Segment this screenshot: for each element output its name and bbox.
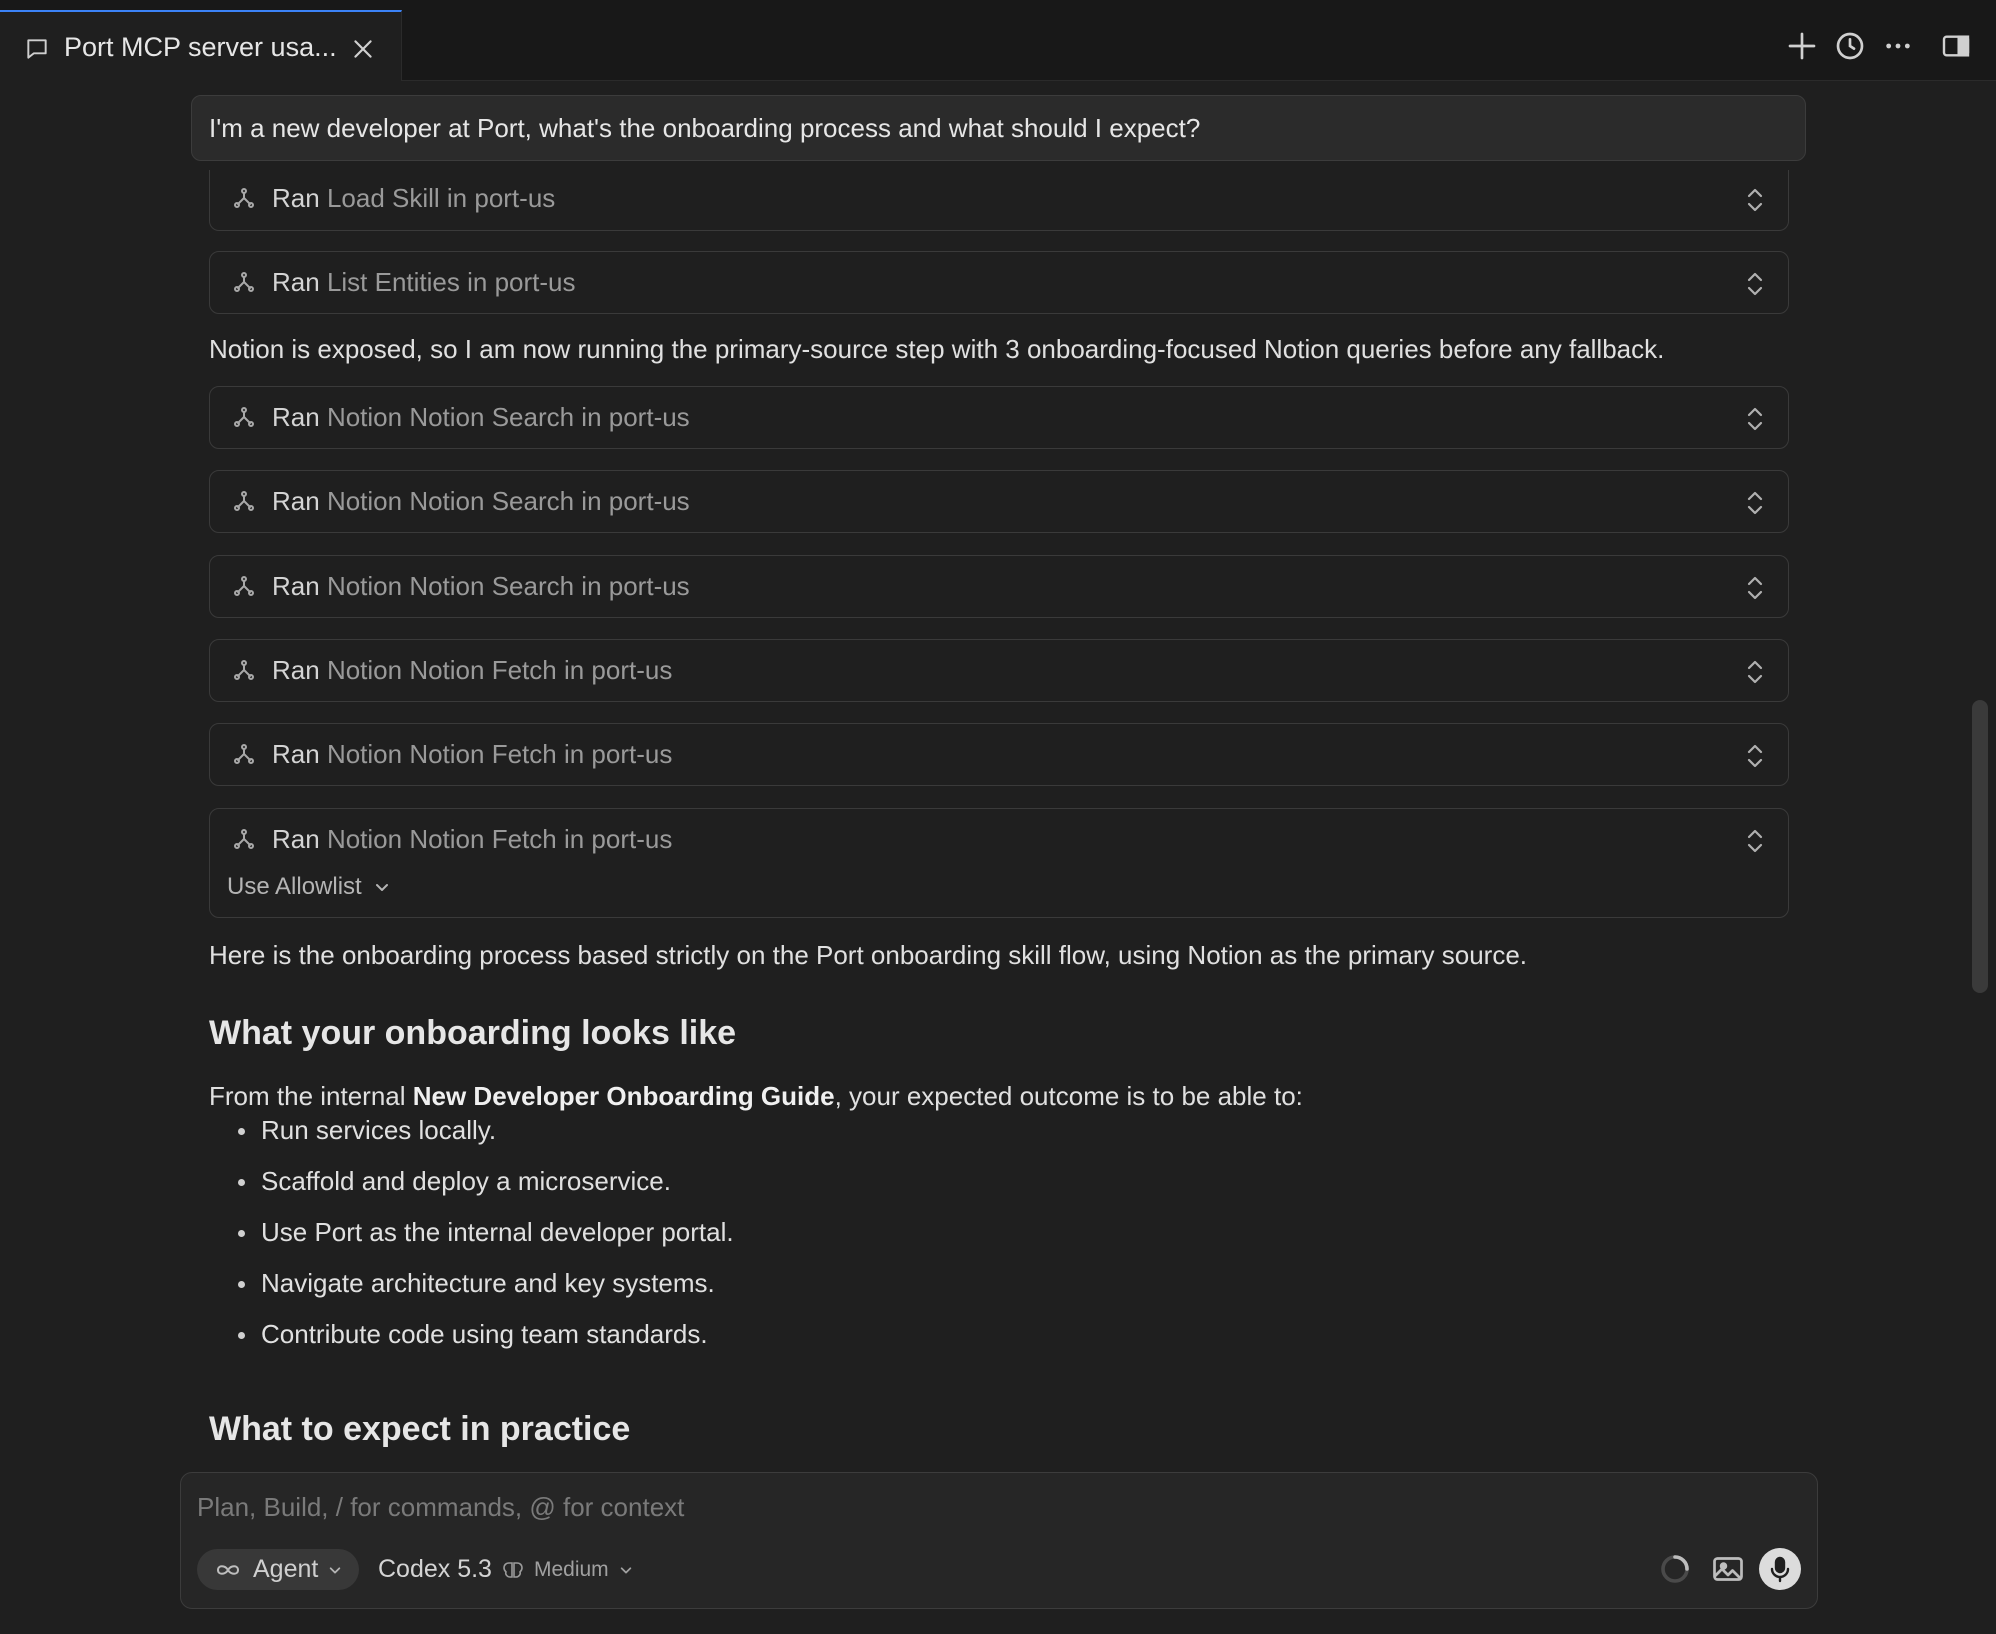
mcp-tool-icon [234, 272, 254, 292]
toggle-panel-icon[interactable] [1940, 30, 1972, 62]
list-item: Use Port as the internal developer porta… [235, 1207, 734, 1258]
tool-call-card[interactable]: Ran Notion Notion Fetch in port-us Use A… [209, 808, 1789, 918]
ran-label: Ran [272, 824, 320, 854]
chevron-down-icon [330, 1566, 341, 1573]
mcp-tool-icon [234, 576, 254, 596]
section-heading: What your onboarding looks like [209, 1014, 737, 1052]
tool-call-card[interactable]: Ran Notion Notion Search in port-us [209, 470, 1789, 533]
mcp-tool-icon [234, 744, 254, 764]
ran-label: Ran [272, 402, 320, 432]
chat-bubble-icon [27, 39, 47, 59]
use-allowlist-dropdown[interactable]: Use Allowlist [227, 873, 390, 901]
microphone-button[interactable] [1759, 1548, 1801, 1590]
mcp-tool-icon [234, 660, 254, 680]
mode-selector[interactable]: Agent [197, 1549, 359, 1590]
expand-collapse-icon[interactable] [1744, 742, 1766, 770]
tool-call-card[interactable]: Ran Notion Notion Fetch in port-us [209, 639, 1789, 702]
tool-name: Notion Notion Fetch in port-us [326, 824, 673, 854]
brain-icon [503, 1561, 523, 1578]
spinner-icon [1661, 1555, 1689, 1583]
section-heading: What to expect in practice [209, 1410, 631, 1448]
tool-call-card[interactable]: Ran List Entities in port-us [209, 251, 1789, 314]
close-icon[interactable] [350, 36, 376, 62]
list-item: Run services locally. [235, 1105, 734, 1156]
ran-label: Ran [272, 739, 320, 769]
conversation-panel: I'm a new developer at Port, what's the … [0, 82, 1996, 1468]
tool-name: Notion Notion Search in port-us [326, 571, 690, 601]
tool-name: List Entities in port-us [326, 267, 576, 297]
ran-label: Ran [272, 486, 320, 516]
user-message[interactable]: I'm a new developer at Port, what's the … [191, 95, 1806, 161]
ran-label: Ran [272, 183, 320, 213]
expand-collapse-icon[interactable] [1744, 827, 1766, 855]
tab-title: Port MCP server usa... [64, 32, 337, 62]
list-item: Contribute code using team standards. [235, 1309, 734, 1360]
response-intro: Here is the onboarding process based str… [209, 940, 1528, 970]
tool-name: Notion Notion Search in port-us [326, 402, 690, 432]
status-text: Notion is exposed, so I am now running t… [209, 334, 1665, 364]
ran-label: Ran [272, 267, 320, 297]
ran-label: Ran [272, 571, 320, 601]
tool-name: Notion Notion Search in port-us [326, 486, 690, 516]
mcp-tool-icon [234, 491, 254, 511]
expand-collapse-icon[interactable] [1744, 658, 1766, 686]
outcomes-list: Run services locally. Scaffold and deplo… [235, 1105, 734, 1360]
image-icon[interactable] [1710, 1551, 1746, 1587]
allowlist-label: Use Allowlist [227, 873, 362, 900]
composer: Agent Codex 5.3 Medium [180, 1472, 1818, 1609]
chevron-down-icon [620, 1566, 631, 1573]
chevron-down-icon [375, 884, 388, 891]
mcp-tool-icon [234, 407, 254, 427]
tool-call-card[interactable]: Ran Load Skill in port-us [209, 170, 1789, 231]
tool-name: Load Skill in port-us [326, 183, 556, 213]
effort-label: Medium [533, 1557, 609, 1581]
microphone-icon [1770, 1556, 1790, 1583]
tab-bar: Port MCP server usa... [0, 0, 1996, 81]
history-icon[interactable] [1834, 30, 1866, 62]
mode-label: Agent [253, 1555, 319, 1583]
expand-collapse-icon[interactable] [1744, 489, 1766, 517]
chat-input[interactable] [197, 1487, 1797, 1527]
model-selector[interactable]: Codex 5.3 Medium [378, 1549, 633, 1590]
expand-collapse-icon[interactable] [1744, 186, 1766, 214]
more-icon[interactable] [1882, 30, 1914, 62]
model-name: Codex 5.3 [378, 1555, 492, 1583]
plus-icon[interactable] [1786, 30, 1818, 62]
infinity-icon [216, 1564, 240, 1575]
scrollbar-thumb[interactable] [1972, 700, 1988, 993]
expand-collapse-icon[interactable] [1744, 405, 1766, 433]
ran-label: Ran [272, 655, 320, 685]
list-item: Navigate architecture and key systems. [235, 1258, 734, 1309]
tab-chat[interactable]: Port MCP server usa... [0, 10, 402, 81]
tool-call-card[interactable]: Ran Notion Notion Search in port-us [209, 386, 1789, 449]
mcp-tool-icon [234, 829, 254, 849]
expand-collapse-icon[interactable] [1744, 270, 1766, 298]
list-item: Scaffold and deploy a microservice. [235, 1156, 734, 1207]
tool-name: Notion Notion Fetch in port-us [326, 739, 673, 769]
app-window: Port MCP server usa... I'm a new develop… [0, 0, 1996, 1634]
tool-call-card[interactable]: Ran Notion Notion Fetch in port-us [209, 723, 1789, 786]
tool-call-card[interactable]: Ran Notion Notion Search in port-us [209, 555, 1789, 618]
tool-name: Notion Notion Fetch in port-us [326, 655, 673, 685]
guide-suffix: , your expected outcome is to be able to… [834, 1081, 1303, 1111]
mcp-tool-icon [234, 188, 254, 208]
expand-collapse-icon[interactable] [1744, 574, 1766, 602]
